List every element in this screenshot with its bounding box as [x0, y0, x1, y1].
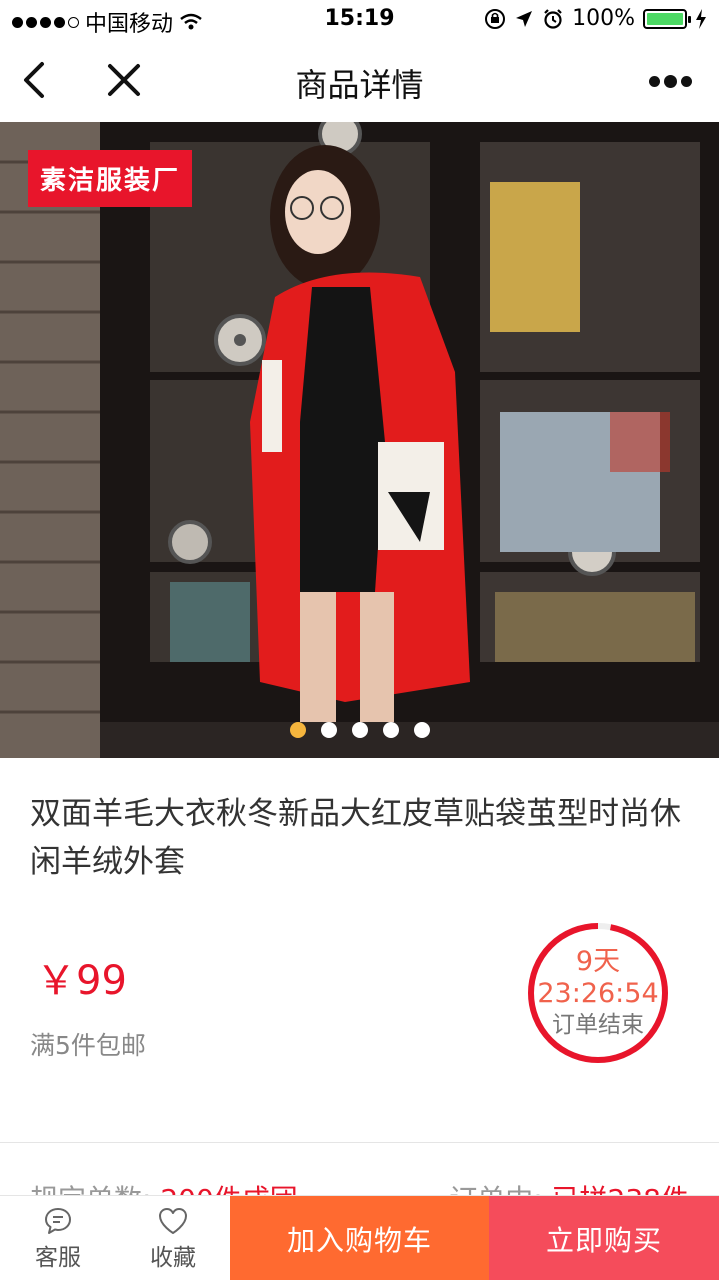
countdown-text: 9天 23:26:54 订单结束 — [526, 921, 670, 1065]
charging-bolt-icon — [696, 8, 706, 29]
status-bar: 中国移动 15:19 100% — [0, 0, 719, 40]
page-title: 商品详情 — [295, 66, 424, 104]
carousel-indicator — [0, 722, 719, 738]
favorite-button[interactable]: 收藏 — [116, 1196, 230, 1280]
battery-fill — [647, 12, 683, 25]
location-arrow-icon — [516, 10, 533, 27]
customer-service-label: 客服 — [35, 1244, 81, 1271]
product-photo — [0, 122, 719, 758]
bottom-action-bar: 客服 收藏 加入购物车 立即购买 — [0, 1195, 719, 1280]
alarm-icon — [544, 8, 562, 29]
more-dots-icon — [649, 75, 660, 87]
buy-now-button[interactable]: 立即购买 — [489, 1196, 719, 1280]
carousel-dot[interactable] — [413, 722, 430, 738]
countdown-timer: 9天 23:26:54 订单结束 — [526, 921, 670, 1065]
carousel-dot[interactable] — [382, 722, 399, 738]
countdown-label: 订单结束 — [552, 1012, 644, 1038]
product-title: 双面羊毛大衣秋冬新品大红皮草贴袋茧型时尚休闲羊绒外套 — [30, 796, 681, 880]
product-image-carousel[interactable]: 素洁服装厂 — [0, 122, 719, 758]
carousel-dot[interactable] — [289, 722, 306, 738]
status-right: 100% — [484, 6, 707, 31]
rotation-lock-icon — [485, 8, 506, 29]
chat-bubble-icon — [45, 1207, 71, 1234]
battery-percent: 100% — [572, 6, 635, 31]
countdown-clock: 23:26:54 — [537, 978, 659, 1009]
shop-name-badge[interactable]: 素洁服装厂 — [28, 150, 193, 207]
carousel-dot[interactable] — [351, 722, 368, 738]
customer-service-button[interactable]: 客服 — [0, 1196, 116, 1280]
more-button[interactable] — [649, 68, 699, 94]
carousel-dot[interactable] — [320, 722, 337, 738]
product-price: ￥99 — [36, 958, 127, 1004]
shipping-note: 满5件包邮 — [30, 1031, 146, 1060]
nav-bar: 商品详情 — [0, 40, 719, 122]
countdown-days: 9天 — [575, 946, 621, 977]
heart-icon — [159, 1207, 187, 1234]
section-divider — [0, 1142, 719, 1143]
favorite-label: 收藏 — [150, 1244, 196, 1271]
battery-icon — [643, 8, 691, 29]
add-to-cart-button[interactable]: 加入购物车 — [230, 1196, 489, 1280]
